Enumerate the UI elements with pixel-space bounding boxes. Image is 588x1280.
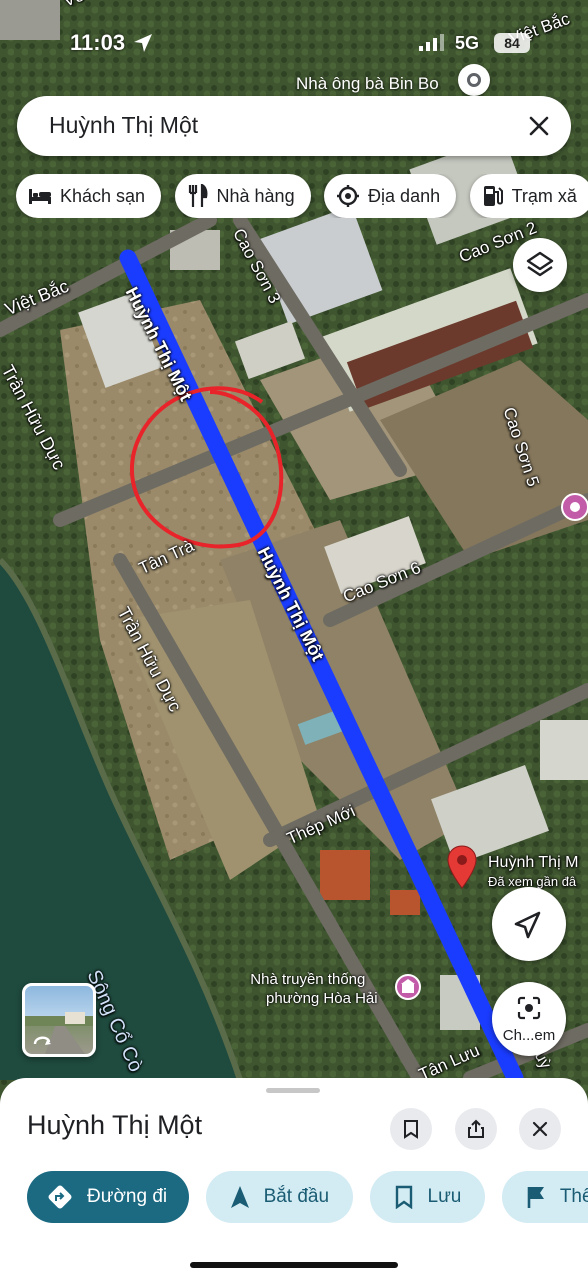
pin-title[interactable]: Huỳnh Thị M bbox=[488, 854, 578, 872]
restaurant-icon bbox=[188, 184, 207, 207]
chip-landmarks[interactable]: Địa danh bbox=[324, 174, 457, 218]
network-type: 5G bbox=[455, 33, 480, 53]
landmark-icon bbox=[337, 185, 360, 207]
flag-icon bbox=[527, 1187, 544, 1208]
lens-button[interactable]: Ch...em bbox=[492, 982, 566, 1056]
directions-icon bbox=[48, 1185, 72, 1209]
camera-lens-icon bbox=[517, 996, 541, 1020]
drag-handle[interactable] bbox=[266, 1088, 320, 1093]
chip-gas-stations[interactable]: Trạm xă bbox=[469, 174, 588, 218]
my-location-button[interactable] bbox=[492, 887, 566, 961]
home-indicator bbox=[190, 1262, 398, 1268]
street-view-image bbox=[25, 1012, 93, 1054]
start-button[interactable]: Bắt đầu bbox=[205, 1171, 354, 1223]
museum-poi-label[interactable]: Nhà truyền thống phường Hòa Hải bbox=[238, 970, 378, 1008]
chip-hotels-label: Khách sạn bbox=[60, 185, 146, 206]
poi-marker-icon[interactable] bbox=[458, 64, 490, 96]
save-icon-button[interactable] bbox=[390, 1108, 432, 1150]
status-time: 11:03 bbox=[70, 30, 126, 55]
layers-icon bbox=[526, 251, 554, 277]
navigation-arrow-icon bbox=[514, 911, 541, 939]
layers-button[interactable] bbox=[513, 238, 567, 292]
chip-restaurants[interactable]: Nhà hàng bbox=[174, 174, 311, 218]
chip-restaurants-label: Nhà hàng bbox=[216, 185, 295, 206]
more-label: Thêm bbox=[559, 1186, 588, 1207]
place-title: Huỳnh Thị Một bbox=[27, 1110, 203, 1140]
museum-poi-label-line1: Nhà truyền thống bbox=[250, 971, 366, 988]
lens-label: Ch...em bbox=[502, 1027, 556, 1044]
share-icon bbox=[468, 1119, 484, 1138]
bookmark-icon bbox=[404, 1120, 418, 1139]
museum-poi-label-line2: phường Hòa Hải bbox=[266, 990, 378, 1007]
street-view-thumbnail[interactable] bbox=[22, 983, 96, 1057]
directions-label: Đường đi bbox=[87, 1186, 168, 1207]
action-buttons: Đường đi Bắt đầu Lưu Thêm bbox=[27, 1171, 588, 1223]
museum-poi-icon bbox=[395, 974, 421, 1000]
save-button[interactable]: Lưu bbox=[369, 1171, 486, 1223]
search-bar[interactable]: Huỳnh Thị Một bbox=[17, 96, 571, 156]
status-bar: 11:03 5G 84 bbox=[0, 0, 588, 80]
top-poi-label[interactable]: Nhà ông bà Bin Bo bbox=[296, 74, 439, 94]
bed-icon bbox=[29, 189, 51, 204]
signal-icon bbox=[419, 34, 444, 51]
share-button[interactable] bbox=[455, 1108, 497, 1150]
gas-station-icon bbox=[483, 186, 503, 206]
location-arrow-icon bbox=[134, 34, 152, 52]
close-sheet-button[interactable] bbox=[519, 1108, 561, 1150]
save-label: Lưu bbox=[427, 1186, 462, 1207]
directions-button[interactable]: Đường đi bbox=[27, 1171, 190, 1223]
more-button[interactable]: Thêm bbox=[501, 1171, 588, 1223]
chip-gas-stations-label: Trạm xă bbox=[511, 185, 577, 206]
bookmark-icon bbox=[395, 1185, 412, 1209]
navigation-arrow-icon bbox=[230, 1186, 249, 1208]
battery-icon: 84 bbox=[494, 33, 530, 53]
category-chips: Khách sạn Nhà hàng Địa danh Trạm xă bbox=[16, 174, 588, 218]
start-label: Bắt đầu bbox=[263, 1186, 330, 1207]
close-icon bbox=[532, 1121, 548, 1137]
close-icon[interactable] bbox=[525, 112, 553, 140]
chip-hotels[interactable]: Khách sạn bbox=[16, 174, 162, 218]
edge-poi-icon bbox=[561, 493, 588, 521]
chip-landmarks-label: Địa danh bbox=[368, 185, 441, 206]
place-bottom-sheet[interactable]: Huỳnh Thị Một Đường đi Bắt đầu Lưu Thê bbox=[0, 1078, 588, 1280]
search-input[interactable]: Huỳnh Thị Một bbox=[49, 112, 198, 139]
